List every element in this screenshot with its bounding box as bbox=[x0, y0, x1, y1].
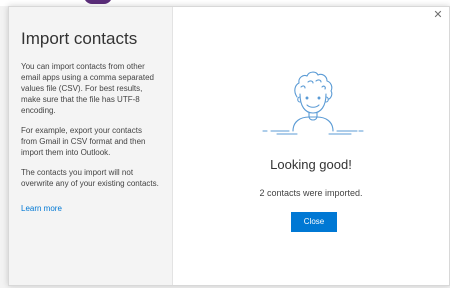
info-paragraph-overwrite: The contacts you import will not overwri… bbox=[21, 168, 159, 188]
close-icon[interactable]: ✕ bbox=[433, 10, 443, 21]
import-result-text: 2 contacts were imported. bbox=[259, 188, 363, 198]
dialog-title: Import contacts bbox=[21, 29, 138, 48]
learn-more-link[interactable]: Learn more bbox=[21, 204, 62, 213]
info-paragraph-csv: You can import contacts from other email… bbox=[21, 62, 154, 115]
info-paragraph-example: For example, export your contacts from G… bbox=[21, 126, 146, 157]
import-contacts-dialog: Import contacts You can import contacts … bbox=[8, 6, 450, 286]
close-button[interactable]: Close bbox=[291, 212, 337, 232]
dialog-result-pane: ✕ Looking good! 2 contacts were imported… bbox=[173, 7, 449, 285]
dialog-info-pane: Import contacts You can import contacts … bbox=[9, 7, 173, 285]
person-illustration-icon bbox=[262, 71, 364, 135]
status-title: Looking good! bbox=[270, 157, 352, 172]
screen: Import contacts You can import contacts … bbox=[0, 0, 450, 288]
